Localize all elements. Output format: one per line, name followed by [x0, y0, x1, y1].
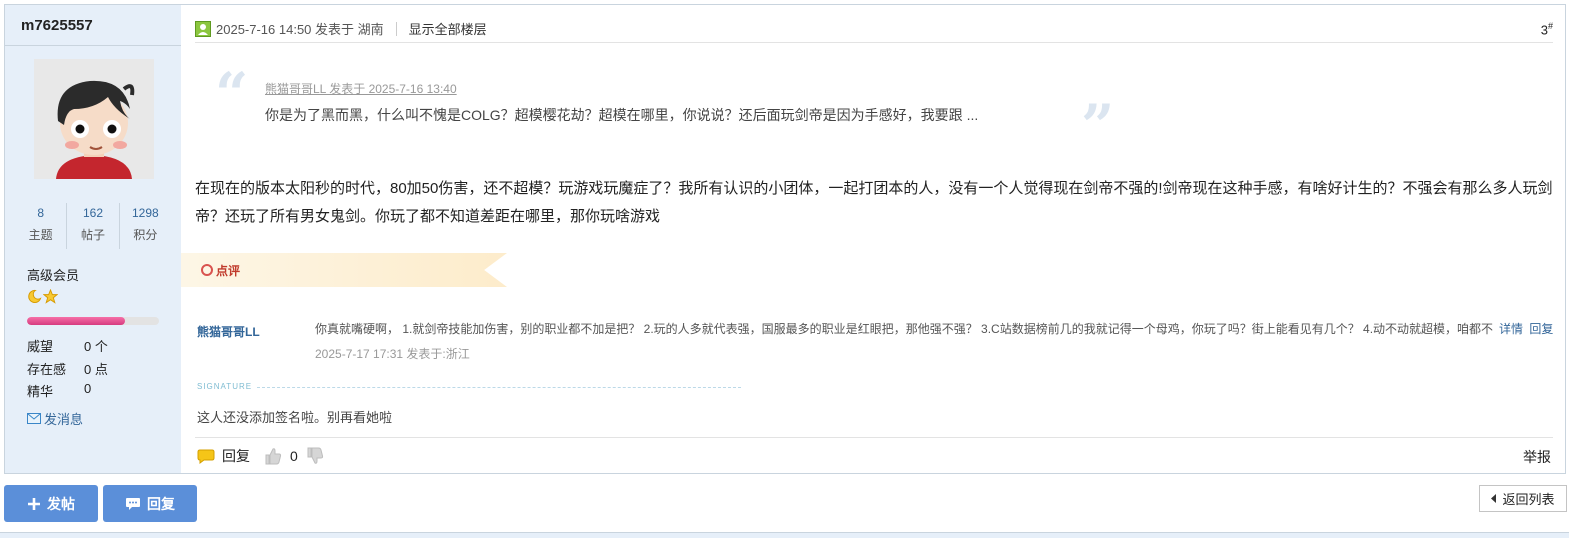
stat-value: 1298	[131, 206, 159, 220]
quote-close-icon: ”	[1081, 92, 1115, 160]
comment-circle-icon	[201, 264, 213, 276]
back-to-list-label: 返回列表	[1502, 492, 1555, 507]
attr-label: 存在感	[27, 362, 67, 377]
stat-label: 帖子	[80, 228, 105, 242]
chat-icon	[126, 497, 140, 510]
stat-value: 162	[82, 206, 103, 220]
plus-icon	[28, 497, 40, 510]
divider	[195, 42, 1553, 43]
back-to-list-button[interactable]: 返回列表	[1479, 485, 1567, 512]
new-post-button[interactable]: 发帖	[4, 485, 98, 522]
signature-text: 这人还没添加签名啦。别再看她啦	[197, 410, 393, 425]
moon-icon	[28, 289, 42, 304]
comment-time: 2025-7-17 17:31 发表于:浙江	[315, 347, 470, 361]
envelope-icon	[27, 413, 41, 424]
like-count: 0	[290, 448, 298, 464]
attr-prestige: 威望 0 个	[27, 336, 108, 355]
level-stars	[27, 289, 58, 305]
floor-value: 3	[1540, 22, 1548, 38]
thumb-down-icon[interactable]	[306, 447, 324, 465]
avatar[interactable]	[34, 59, 154, 179]
stat-points[interactable]: 1298 积分	[118, 203, 171, 249]
post-time: 2025-7-16 14:50 发表于 湖南	[216, 22, 384, 37]
floor-number[interactable]: 3#	[1541, 21, 1553, 37]
post-actions: 回复 0	[197, 446, 324, 466]
comment-author-link[interactable]: 熊猫哥哥LL	[197, 323, 260, 340]
stat-value: 8	[37, 206, 44, 220]
author-stats: 8 主题 162 帖子 1298 积分	[15, 203, 171, 249]
attr-value: 0 个	[84, 339, 108, 354]
comment-detail-link[interactable]: 详情	[1499, 322, 1523, 336]
stat-threads[interactable]: 8 主题	[15, 203, 66, 249]
quote-author-link[interactable]: 熊猫哥哥LL 发表于 2025-7-16 13:40	[265, 80, 457, 97]
signature-label: SIGNATURE	[197, 382, 253, 391]
attr-label: 威望	[27, 339, 54, 354]
quote-text: 你是为了黑而黑，什么叫不愧是COLG？超模樱花劫？超模在哪里，你说说？还后面玩剑…	[265, 107, 979, 123]
attr-value: 0 点	[84, 362, 108, 377]
post-body: 在现在的版本太阳秒的时代，80加50伤害，还不超模？玩游戏玩魔症了？我所有认识的…	[195, 180, 1553, 225]
show-all-floors-link[interactable]: 显示全部楼层	[409, 19, 487, 38]
attr-label: 精华	[27, 384, 54, 399]
user-icon	[195, 20, 211, 37]
post-content: 2025-7-16 14:50 发表于 湖南 显示全部楼层 3# “ 熊猫哥哥L…	[181, 5, 1565, 473]
stat-posts[interactable]: 162 帖子	[66, 203, 118, 249]
left-arrow-icon	[1491, 494, 1497, 503]
divider	[395, 21, 397, 36]
author-username[interactable]: m7625557	[21, 17, 93, 34]
stat-label: 主题	[28, 228, 53, 242]
divider	[5, 45, 181, 46]
reply-button[interactable]: 回复	[222, 446, 250, 466]
post-meta: 2025-7-16 14:50 发表于 湖南 显示全部楼层	[195, 19, 487, 38]
bottom-bar	[0, 532, 1569, 538]
level-progress-bar	[27, 317, 159, 325]
reply-main-button[interactable]: 回复	[103, 485, 197, 522]
user-grade[interactable]: 高级会员	[27, 265, 79, 284]
post-container: m7625557 8 主题 162 帖子 1298 积分 高级会员 威望 0 个…	[4, 4, 1566, 474]
attr-presence: 存在感 0 点	[27, 359, 108, 378]
author-sidebar: m7625557 8 主题 162 帖子 1298 积分 高级会员 威望 0 个…	[5, 5, 181, 473]
report-link[interactable]: 举报	[1523, 447, 1551, 467]
avatar-image	[34, 59, 154, 179]
comment-links: 详情 回复	[1499, 320, 1556, 337]
comment-text: 你真就嘴硬啊， 1.就剑帝技能加伤害，别的职业都不加是把？ 2.玩的人多就代表强…	[315, 322, 1493, 336]
send-message-label: 发消息	[44, 412, 84, 427]
quote-open-icon: “	[215, 60, 249, 128]
signature-divider	[257, 387, 741, 388]
reply-main-label: 回复	[147, 495, 175, 512]
floor-mark: #	[1547, 21, 1553, 31]
reply-bubble-icon	[197, 449, 215, 464]
star-icon	[43, 289, 58, 304]
comment-tag-label: 点评	[216, 264, 241, 278]
comment-tag: 点评	[181, 253, 507, 287]
new-post-label: 发帖	[47, 495, 75, 512]
divider	[195, 437, 1553, 438]
attr-digest: 精华 0	[27, 381, 91, 400]
comment-reply-link[interactable]: 回复	[1529, 322, 1553, 336]
stat-label: 积分	[133, 228, 158, 242]
attr-value: 0	[84, 381, 92, 396]
thumb-up-icon[interactable]	[264, 447, 282, 465]
level-progress-fill	[27, 317, 125, 325]
send-message-link[interactable]: 发消息	[27, 409, 83, 428]
